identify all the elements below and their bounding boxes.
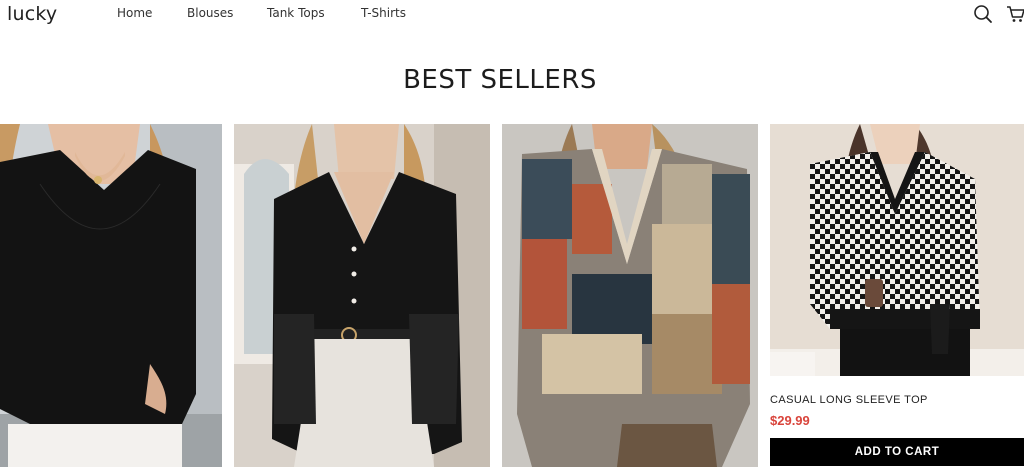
search-icon[interactable] <box>973 4 993 24</box>
product-image[interactable] <box>234 124 490 467</box>
product-card[interactable] <box>234 124 490 467</box>
product-price: $29.99 <box>770 413 810 428</box>
nav-tank-tops[interactable]: Tank Tops <box>267 6 325 20</box>
product-card[interactable]: CASUAL LONG SLEEVE TOP $29.99 ADD TO CAR… <box>770 124 1024 467</box>
nav-home[interactable]: Home <box>117 6 152 20</box>
product-image[interactable] <box>0 124 222 467</box>
site-logo[interactable]: lucky <box>7 3 57 25</box>
product-image[interactable] <box>502 124 758 467</box>
cart-icon[interactable] <box>1006 4 1024 24</box>
nav-blouses[interactable]: Blouses <box>187 6 233 20</box>
nav-t-shirts[interactable]: T-Shirts <box>361 6 406 20</box>
site-header: lucky Home Blouses Tank Tops T-Shirts <box>0 0 1024 30</box>
product-name[interactable]: CASUAL LONG SLEEVE TOP <box>770 394 928 406</box>
add-to-cart-button[interactable]: ADD TO CART <box>770 438 1024 466</box>
product-card[interactable] <box>502 124 758 467</box>
product-card[interactable] <box>0 124 222 467</box>
section-title: BEST SELLERS <box>403 65 597 95</box>
product-image[interactable] <box>770 124 1024 376</box>
